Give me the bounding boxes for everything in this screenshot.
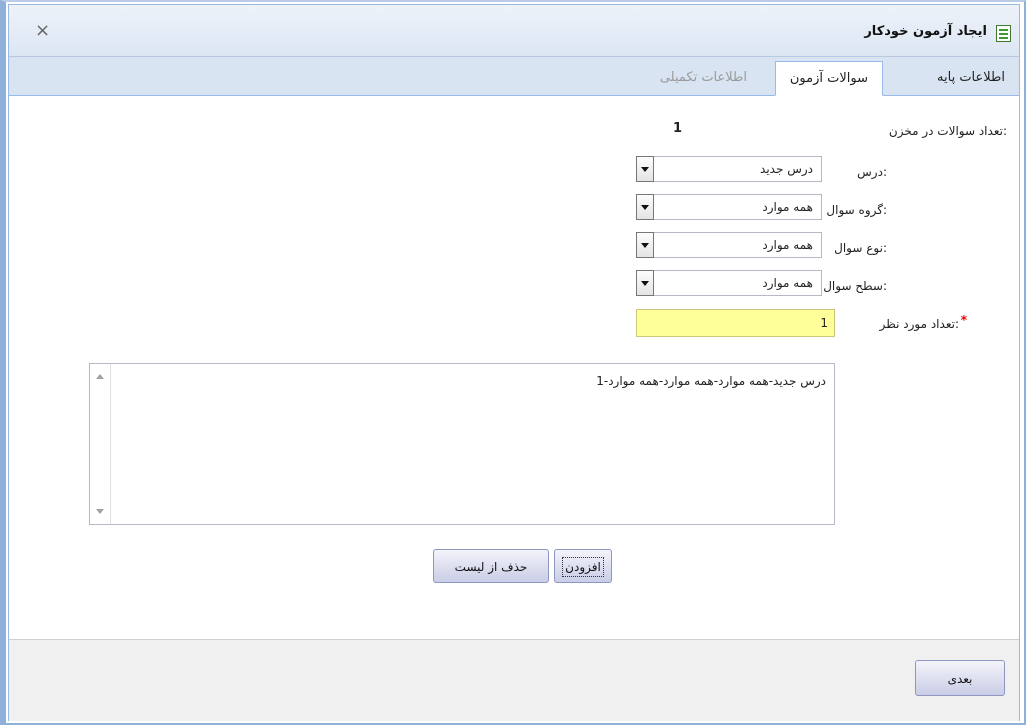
tab-basic-info[interactable]: اطلاعات پایه — [923, 61, 1019, 94]
question-level-label: سطح سوال: — [823, 279, 887, 293]
tab-extra-info: اطلاعات تکمیلی — [659, 70, 747, 85]
chevron-down-icon[interactable] — [636, 194, 654, 220]
add-button[interactable]: افزودن — [554, 549, 612, 583]
question-group-select-box[interactable]: همه موارد — [642, 194, 822, 220]
dialog-window: ایجاد آزمون خودکار × اطلاعات پایه سوالات… — [8, 4, 1020, 721]
list-item[interactable]: درس جدید-همه موارد-همه موارد-همه موارد-1 — [596, 374, 826, 388]
dialog-title: ایجاد آزمون خودکار — [864, 24, 987, 39]
selected-list[interactable]: درس جدید-همه موارد-همه موارد-همه موارد-1 — [89, 363, 835, 525]
desired-count-value: 1 — [820, 316, 828, 330]
remove-from-list-button[interactable]: حذف از لیست — [433, 549, 549, 583]
form-icon — [996, 25, 1011, 42]
desired-count-field[interactable]: 1 — [636, 309, 835, 337]
question-group-label: گروه سوال: — [826, 203, 887, 217]
next-button[interactable]: بعدی — [915, 660, 1005, 696]
chevron-down-icon[interactable] — [636, 156, 654, 182]
required-mark: * — [960, 313, 967, 327]
question-type-select[interactable]: همه موارد — [636, 232, 822, 258]
scroll-up-icon[interactable] — [96, 374, 104, 379]
chevron-down-icon[interactable] — [636, 270, 654, 296]
question-level-select[interactable]: همه موارد — [636, 270, 822, 296]
tab-bar: اطلاعات پایه سوالات آزمون اطلاعات تکمیلی — [9, 57, 1019, 96]
dialog-footer: بعدی — [9, 639, 1019, 721]
course-select-value: درس جدید — [760, 162, 813, 176]
question-level-value: همه موارد — [762, 276, 813, 290]
course-select-box[interactable]: درس جدید — [642, 156, 822, 182]
chevron-down-icon[interactable] — [636, 232, 654, 258]
bank-count-value: 1 — [673, 121, 683, 136]
question-group-value: همه موارد — [762, 200, 813, 214]
tab-exam-questions[interactable]: سوالات آزمون — [774, 61, 883, 96]
question-type-select-box[interactable]: همه موارد — [642, 232, 822, 258]
close-icon[interactable]: × — [35, 22, 50, 40]
course-select[interactable]: درس جدید — [636, 156, 822, 182]
question-type-label: نوع سوال: — [834, 241, 887, 255]
question-group-select[interactable]: همه موارد — [636, 194, 822, 220]
scroll-down-icon[interactable] — [96, 509, 104, 514]
bank-count-label: تعداد سوالات در مخزن: — [888, 124, 1007, 138]
title-bar: ایجاد آزمون خودکار × — [9, 5, 1019, 57]
course-label: درس: — [857, 165, 887, 179]
list-scrollbar[interactable] — [90, 364, 111, 524]
add-button-label: افزودن — [562, 557, 604, 577]
question-level-select-box[interactable]: همه موارد — [642, 270, 822, 296]
question-type-value: همه موارد — [762, 238, 813, 252]
desired-count-label: تعداد مورد نظر: — [879, 317, 959, 331]
